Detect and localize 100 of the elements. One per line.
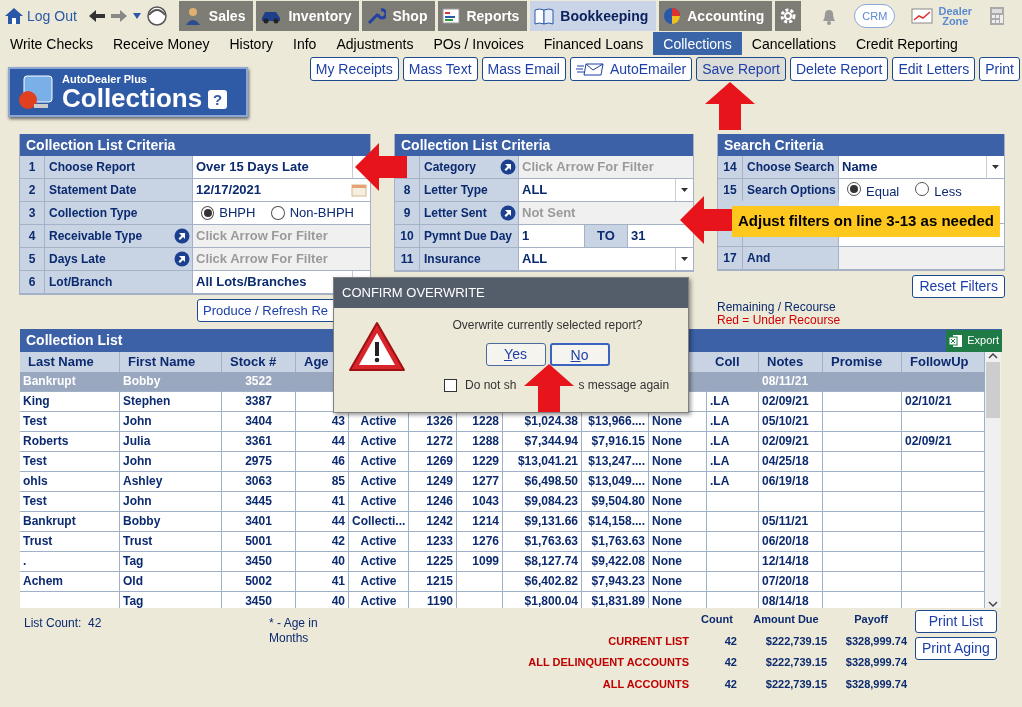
field-label: Receivable Type bbox=[49, 228, 143, 245]
table-cell: 3401 bbox=[222, 512, 296, 532]
table-cell: 3063 bbox=[222, 472, 296, 492]
module-tab[interactable]: Inventory bbox=[256, 1, 360, 31]
date-field[interactable]: 12/17/2021 bbox=[193, 179, 370, 201]
export-button[interactable]: Export bbox=[946, 329, 1002, 352]
module-tab[interactable]: Reports bbox=[438, 1, 528, 31]
input-field[interactable]: 1 bbox=[519, 226, 584, 246]
table-cell: 1272 bbox=[409, 432, 457, 452]
table-cell: Trust bbox=[20, 532, 120, 552]
nav-tab[interactable]: Collections bbox=[653, 32, 742, 55]
table-cell: Bankrupt bbox=[20, 372, 120, 392]
dialog-button[interactable]: Yes bbox=[485, 343, 546, 366]
table-cell: 40 bbox=[296, 552, 349, 572]
toolbar-button[interactable]: AutoEmailer bbox=[569, 57, 693, 81]
table-cell: 1099 bbox=[457, 552, 503, 572]
table-cell: $9,504.80 bbox=[582, 492, 649, 512]
nav-tab[interactable]: Cancellations bbox=[741, 32, 846, 55]
radio-label: Less bbox=[934, 183, 962, 201]
table-cell: 08/11/21 bbox=[759, 372, 823, 392]
table-cell: 02/09/21 bbox=[759, 392, 823, 412]
table-cell: Test bbox=[20, 452, 120, 472]
table-cell: 02/09/21 bbox=[902, 432, 985, 452]
nav-tab[interactable]: Write Checks bbox=[0, 32, 103, 55]
field-label: Letter Type bbox=[424, 182, 488, 199]
amount-value: $222,739.15 bbox=[764, 655, 827, 670]
panel-title: Collection List Criteria bbox=[395, 134, 693, 156]
nav-tab[interactable]: Financed Loans bbox=[533, 32, 654, 55]
table-cell: 04/25/18 bbox=[759, 452, 823, 472]
crm-button[interactable]: CRM bbox=[854, 3, 896, 29]
table-cell: King bbox=[20, 392, 120, 412]
toolbar-button[interactable]: Print bbox=[979, 57, 1020, 81]
field-label: Choose Report bbox=[49, 159, 135, 176]
table-cell: 43 bbox=[296, 412, 349, 432]
table-cell: 1246 bbox=[409, 492, 457, 512]
field-label: Statement Date bbox=[49, 182, 137, 199]
help-button[interactable]: ? bbox=[208, 89, 228, 109]
toolbar-button[interactable]: Save Report bbox=[696, 57, 786, 81]
table-cell: 41 bbox=[296, 492, 349, 512]
module-tab[interactable]: Accounting bbox=[659, 1, 773, 31]
legend-text: Red = Under Recourse bbox=[717, 314, 842, 327]
toolbar-button[interactable]: Mass Text bbox=[402, 57, 478, 81]
row-number: 2 bbox=[20, 179, 45, 201]
row-number: 17 bbox=[718, 247, 743, 269]
table-cell: Active bbox=[349, 492, 409, 512]
table-cell: 05/10/21 bbox=[759, 412, 823, 432]
table-cell: $1,800.04 bbox=[503, 592, 582, 608]
dialog-message: Overwrite currently selected report? bbox=[452, 317, 643, 334]
print-button[interactable]: Print Aging bbox=[915, 637, 997, 660]
checkbox-label: Do not sh bbox=[465, 377, 517, 394]
table-cell: 02/10/21 bbox=[902, 392, 985, 412]
nav-tab[interactable]: Adjustments bbox=[326, 32, 424, 55]
logout-link[interactable]: Log Out bbox=[4, 1, 77, 31]
dropdown-field[interactable]: ALL bbox=[519, 179, 693, 201]
input-field[interactable]: 31 bbox=[628, 226, 693, 246]
dropdown-field[interactable]: ALL bbox=[519, 248, 693, 270]
table-cell: $13,041.21 bbox=[503, 452, 582, 472]
toolbar-button[interactable]: Edit Letters bbox=[892, 57, 976, 81]
dialog-button[interactable]: No bbox=[549, 343, 610, 366]
module-tab[interactable]: Bookkeeping bbox=[530, 1, 657, 31]
table-cell: Active bbox=[349, 592, 409, 608]
field-label: Lot/Branch bbox=[49, 274, 113, 291]
table-cell: 1242 bbox=[409, 512, 457, 532]
table-cell: 3445 bbox=[222, 492, 296, 512]
nav-tab[interactable]: Info bbox=[283, 32, 327, 55]
table-cell: 1326 bbox=[409, 412, 457, 432]
table-cell: 1215 bbox=[409, 572, 457, 592]
dropdown-field[interactable]: Name bbox=[839, 156, 1004, 178]
table-cell: 41 bbox=[296, 572, 349, 592]
toolbar-button[interactable]: Delete Report bbox=[790, 57, 889, 81]
totals-label: CURRENT LIST bbox=[607, 633, 689, 649]
module-tab[interactable]: Sales bbox=[178, 1, 254, 31]
toolbar-button[interactable]: My Receipts bbox=[309, 57, 399, 81]
table-cell: Active bbox=[349, 412, 409, 432]
print-button[interactable]: Print List bbox=[915, 610, 997, 633]
table-cell: .LA bbox=[707, 392, 759, 412]
row-number: 11 bbox=[395, 248, 420, 270]
table-cell: None bbox=[649, 472, 707, 492]
table-cell: $6,498.50 bbox=[503, 472, 582, 492]
toolbar-button[interactable]: Mass Email bbox=[481, 57, 566, 81]
module-tab[interactable]: Shop bbox=[362, 1, 436, 31]
radio-label: Non-BHPH bbox=[289, 204, 354, 223]
table-cell: 3522 bbox=[222, 372, 296, 392]
table-cell: $1,024.38 bbox=[503, 412, 582, 432]
table-cell: .LA bbox=[707, 432, 759, 452]
table-cell: John bbox=[120, 492, 222, 512]
nav-tab[interactable]: POs / Invoices bbox=[423, 32, 534, 55]
reset-filters-button[interactable]: Reset Filters bbox=[912, 275, 1005, 298]
table-cell: Active bbox=[349, 472, 409, 492]
row-number: 5 bbox=[20, 248, 45, 270]
nav-tab[interactable]: History bbox=[219, 32, 284, 55]
amount-value: $328,999.74 bbox=[844, 676, 907, 692]
table-cell: 07/20/18 bbox=[759, 572, 823, 592]
table-cell: None bbox=[649, 532, 707, 552]
nav-tab[interactable]: Receive Money bbox=[103, 32, 220, 55]
table-cell: 06/20/18 bbox=[759, 532, 823, 552]
table-cell: Active bbox=[349, 552, 409, 572]
nav-tab[interactable]: Credit Reporting bbox=[845, 32, 968, 55]
table-cell: 3450 bbox=[222, 552, 296, 572]
table-cell: . bbox=[20, 552, 120, 572]
